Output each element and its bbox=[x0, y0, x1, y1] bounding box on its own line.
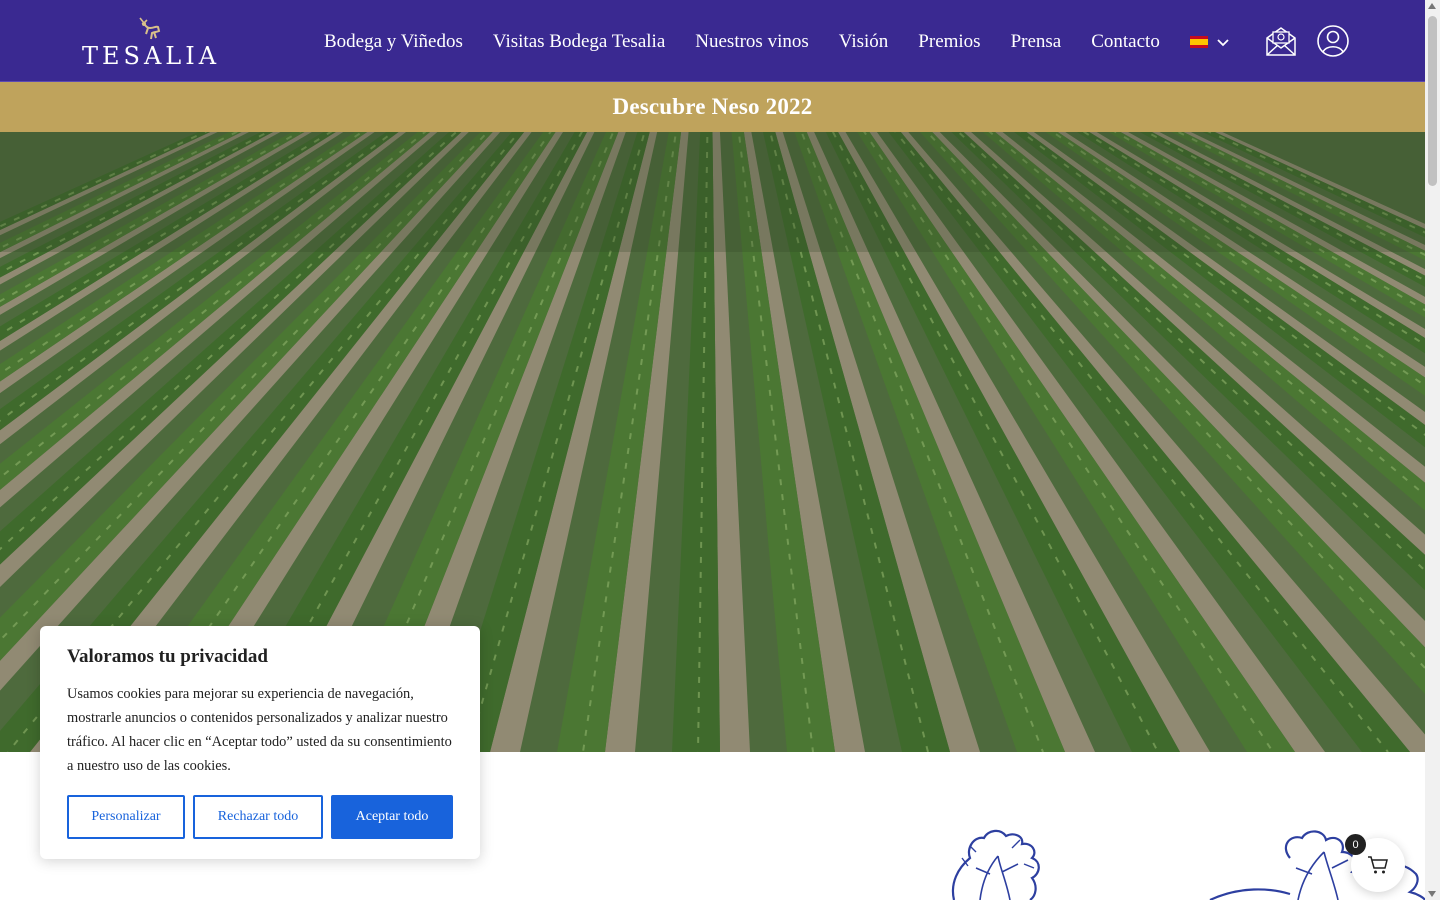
main-nav: Bodega y Viñedos Visitas Bodega Tesalia … bbox=[309, 22, 1230, 62]
accept-all-button[interactable]: Aceptar todo bbox=[331, 795, 453, 839]
language-selector[interactable] bbox=[1175, 35, 1230, 49]
scroll-down-arrow-icon[interactable] bbox=[1428, 891, 1436, 897]
cart-count-badge: 0 bbox=[1345, 834, 1366, 855]
nav-item-bodega[interactable]: Bodega y Viñedos bbox=[309, 31, 478, 53]
announcement-bar[interactable]: Descubre Neso 2022 bbox=[0, 82, 1425, 132]
chevron-down-icon bbox=[1217, 39, 1229, 47]
nav-item-vinos[interactable]: Nuestros vinos bbox=[680, 31, 823, 53]
cookie-title: Valoramos tu privacidad bbox=[67, 646, 268, 667]
nav-item-premios[interactable]: Premios bbox=[903, 31, 995, 53]
spain-flag-icon bbox=[1189, 36, 1208, 48]
nav-item-prensa[interactable]: Prensa bbox=[996, 31, 1077, 53]
scroll-up-arrow-icon[interactable] bbox=[1428, 3, 1436, 9]
shopping-cart-icon bbox=[1368, 856, 1388, 874]
deer-emblem-icon bbox=[139, 17, 161, 40]
nav-item-visitas[interactable]: Visitas Bodega Tesalia bbox=[478, 31, 680, 53]
scroll-thumb[interactable] bbox=[1428, 16, 1437, 186]
nav-item-vision[interactable]: Visión bbox=[824, 31, 904, 53]
page-scrollbar[interactable] bbox=[1425, 0, 1440, 900]
site-header: TESALIA Bodega y Viñedos Visitas Bodega … bbox=[0, 0, 1425, 82]
nav-item-contacto[interactable]: Contacto bbox=[1076, 31, 1175, 53]
cookie-consent-banner: Valoramos tu privacidad Usamos cookies p… bbox=[40, 626, 480, 859]
reject-all-button[interactable]: Rechazar todo bbox=[193, 795, 323, 839]
distance-shade bbox=[0, 132, 1425, 252]
announcement-text[interactable]: Descubre Neso 2022 bbox=[613, 94, 813, 120]
newsletter-mail-icon[interactable] bbox=[1264, 24, 1298, 58]
cookie-description: Usamos cookies para mejorar su experienc… bbox=[67, 686, 452, 774]
brand-logo[interactable]: TESALIA bbox=[82, 14, 221, 70]
user-account-icon[interactable] bbox=[1316, 24, 1350, 58]
brand-name: TESALIA bbox=[82, 42, 221, 70]
customize-button[interactable]: Personalizar bbox=[67, 795, 185, 839]
